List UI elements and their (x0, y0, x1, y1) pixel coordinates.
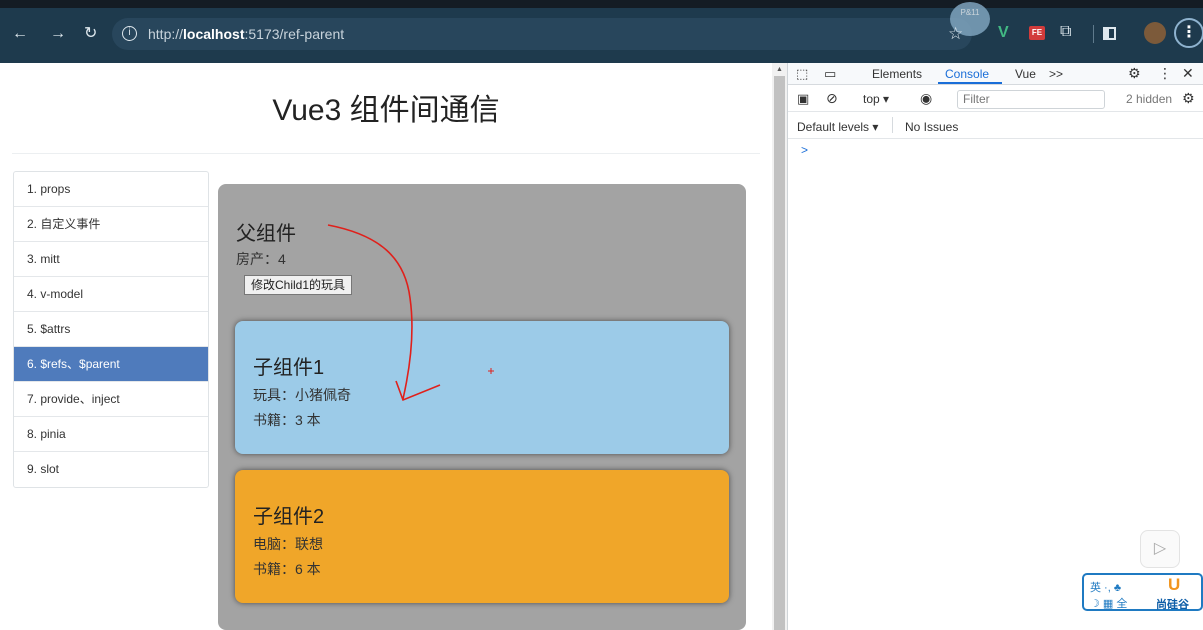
nav-item-pinia[interactable]: 8. pinia (14, 417, 208, 452)
extensions-puzzle-icon[interactable]: ⧉ (1060, 23, 1071, 41)
fe-helper-extension-icon[interactable]: FE (1029, 26, 1045, 40)
nav-item-custom-event[interactable]: 2. 自定义事件 (14, 207, 208, 242)
page-scrollbar-thumb[interactable] (774, 76, 785, 630)
devtools-more-icon[interactable]: ⋮ (1158, 65, 1172, 82)
child2-component-box: 子组件2 电脑：联想 书籍：6 本 (235, 470, 729, 603)
child1-books-text: 书籍：3 本 (253, 412, 321, 428)
console-prompt[interactable]: > (801, 143, 808, 157)
nav-item-refs-parent[interactable]: 6. $refs、$parent (14, 347, 208, 382)
device-toolbar-icon[interactable]: ▭ (824, 66, 836, 82)
url-text[interactable]: http://localhost:5173/ref-parent (148, 26, 344, 42)
nav-item-attrs[interactable]: 5. $attrs (14, 312, 208, 347)
devtools-tab-bar: ⬚ ▭ Elements Console Vue >> ⚙ ⋮ ✕ (788, 63, 1203, 85)
vue-devtools-extension-icon[interactable]: V (998, 24, 1009, 42)
video-play-overlay[interactable]: ▷ (1140, 530, 1180, 568)
browser-tab-strip (0, 0, 1203, 8)
site-info-icon[interactable]: i (122, 26, 137, 41)
live-expression-eye-icon[interactable]: ◉ (920, 90, 932, 107)
console-toolbar: ▣ ⊘ top ▾ ◉ Filter 2 hidden ⚙ (788, 86, 1203, 112)
nav-list: 1. props 2. 自定义事件 3. mitt 4. v-model 5. … (13, 171, 209, 488)
url-path: :5173/ref-parent (244, 26, 345, 42)
nav-item-slot[interactable]: 9. slot (14, 452, 208, 487)
title-divider (12, 153, 760, 154)
more-tabs-chevron-icon[interactable]: >> (1049, 67, 1063, 81)
child1-component-box: 子组件1 玩具：小猪佩奇 书籍：3 本 (235, 321, 729, 454)
child2-books-text: 书籍：6 本 (253, 561, 321, 577)
scrollbar-up-arrow-icon[interactable]: ▲ (776, 66, 783, 73)
brand-watermark-text: 尚硅谷 (1156, 599, 1189, 611)
active-tab-underline (938, 82, 1002, 84)
browser-menu-icon[interactable]: ⋮ (1174, 18, 1203, 48)
nav-item-provide-inject[interactable]: 7. provide、inject (14, 382, 208, 417)
issues-link[interactable]: No Issues (905, 120, 958, 134)
default-levels-dropdown[interactable]: Default levels ▾ (797, 120, 878, 134)
ime-watermark-box: 英 ·, ♣ ☽ ▦ 全 U 尚硅谷 (1082, 573, 1203, 611)
reload-icon[interactable]: ↻ (84, 26, 97, 42)
parent-component-box: 父组件 房产：4 修改Child1的玩具 子组件1 玩具：小猪佩奇 书籍：3 本… (218, 184, 746, 630)
tab-console[interactable]: Console (945, 67, 989, 81)
hidden-messages-count: 2 hidden (1126, 92, 1173, 106)
page-viewport: Vue3 组件间通信 1. props 2. 自定义事件 3. mitt 4. … (0, 63, 772, 630)
parent-title: 父组件 (236, 223, 296, 245)
child1-title: 子组件1 (253, 357, 325, 379)
modify-child1-toy-button[interactable]: 修改Child1的玩具 (244, 275, 353, 295)
child2-computer-text: 电脑：联想 (253, 536, 323, 552)
ime-status-line1: 英 ·, ♣ (1090, 582, 1122, 594)
bookmark-star-icon[interactable]: ☆ (948, 24, 963, 44)
context-selector[interactable]: top ▾ (863, 92, 889, 106)
brand-logo-icon: U (1168, 575, 1181, 594)
console-settings-gear-icon[interactable]: ⚙ (1182, 90, 1195, 107)
levels-separator (892, 117, 893, 133)
play-icon: ▷ (1153, 540, 1167, 557)
context-value: top (863, 92, 880, 106)
url-prefix: http:// (148, 26, 184, 42)
devtools-settings-gear-icon[interactable]: ⚙ (1128, 65, 1141, 82)
forward-arrow-icon[interactable]: → (50, 26, 66, 42)
back-arrow-icon[interactable]: ← (12, 26, 28, 42)
inspect-element-icon[interactable]: ⬚ (796, 66, 808, 82)
side-panel-icon[interactable] (1103, 27, 1116, 40)
tab-elements[interactable]: Elements (872, 67, 922, 81)
nav-item-v-model[interactable]: 4. v-model (14, 277, 208, 312)
url-host: localhost (183, 26, 245, 42)
console-filter-input[interactable]: Filter (957, 90, 1105, 109)
clear-console-icon[interactable]: ⊘ (826, 90, 838, 107)
sidebar-toggle-icon[interactable]: ▣ (797, 91, 809, 107)
nav-item-props[interactable]: 1. props (14, 172, 208, 207)
browser-toolbar: ← → ↻ i http://localhost:5173/ref-parent… (0, 0, 1203, 63)
toolbar-separator (1093, 25, 1094, 43)
devtools-close-icon[interactable]: ✕ (1182, 65, 1194, 82)
page-title: Vue3 组件间通信 (272, 94, 500, 127)
child1-toy-text: 玩具：小猪佩奇 (253, 387, 351, 403)
child2-title: 子组件2 (253, 506, 325, 528)
ime-status-line2: ☽ ▦ 全 (1090, 598, 1128, 610)
default-levels-label: Default levels (797, 120, 870, 134)
nav-item-mitt[interactable]: 3. mitt (14, 242, 208, 277)
profile-avatar[interactable] (1144, 22, 1166, 44)
tab-vue[interactable]: Vue (1015, 67, 1036, 81)
console-levels-row: Default levels ▾ No Issues (788, 113, 1203, 139)
parent-house-text: 房产：4 (236, 251, 286, 267)
